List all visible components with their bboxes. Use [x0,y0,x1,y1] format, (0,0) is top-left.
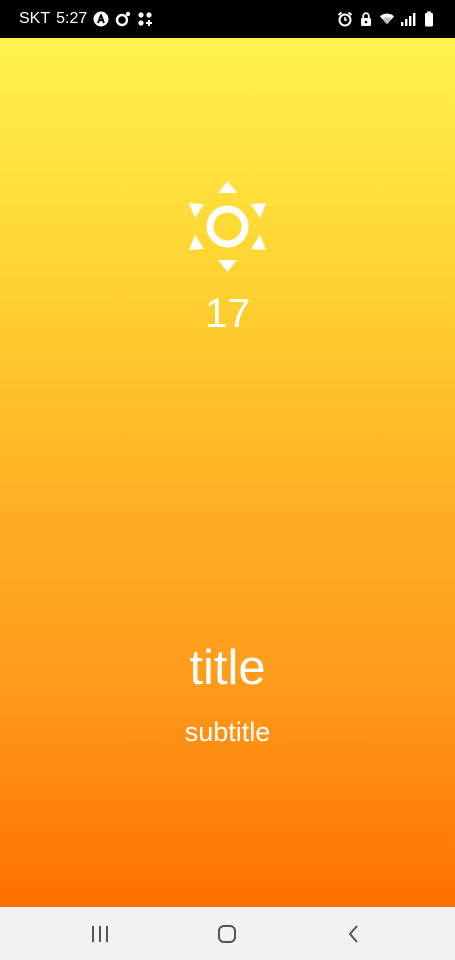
recent-apps-icon [92,926,108,942]
carrier-label: SKT [19,10,51,27]
clock: 5:27 [56,10,88,27]
back-button[interactable] [334,920,374,948]
screen: SKT 5:27 17 title subtitle [0,0,455,960]
alarm-icon [337,11,353,27]
weather-subtitle: subtitle [184,717,271,747]
navigation-bar [0,907,455,960]
lock-icon [358,11,374,27]
app-a-icon [93,11,109,27]
app-grid-icon [137,11,153,27]
wifi-icon [379,11,395,27]
signal-icon [400,11,416,27]
recent-apps-button[interactable] [80,920,120,948]
status-right [332,11,437,27]
home-button[interactable] [207,920,247,948]
ring-notification-icon [115,11,131,27]
battery-icon [421,11,437,27]
weather-title: title [189,641,266,695]
sun-icon [187,181,268,272]
status-left: SKT 5:27 [19,10,159,28]
temperature-value: 17 [204,290,251,336]
back-icon [348,925,358,943]
weather-panel: 17 title subtitle [0,38,455,907]
status-bar: SKT 5:27 [0,0,455,38]
home-icon [218,925,236,943]
